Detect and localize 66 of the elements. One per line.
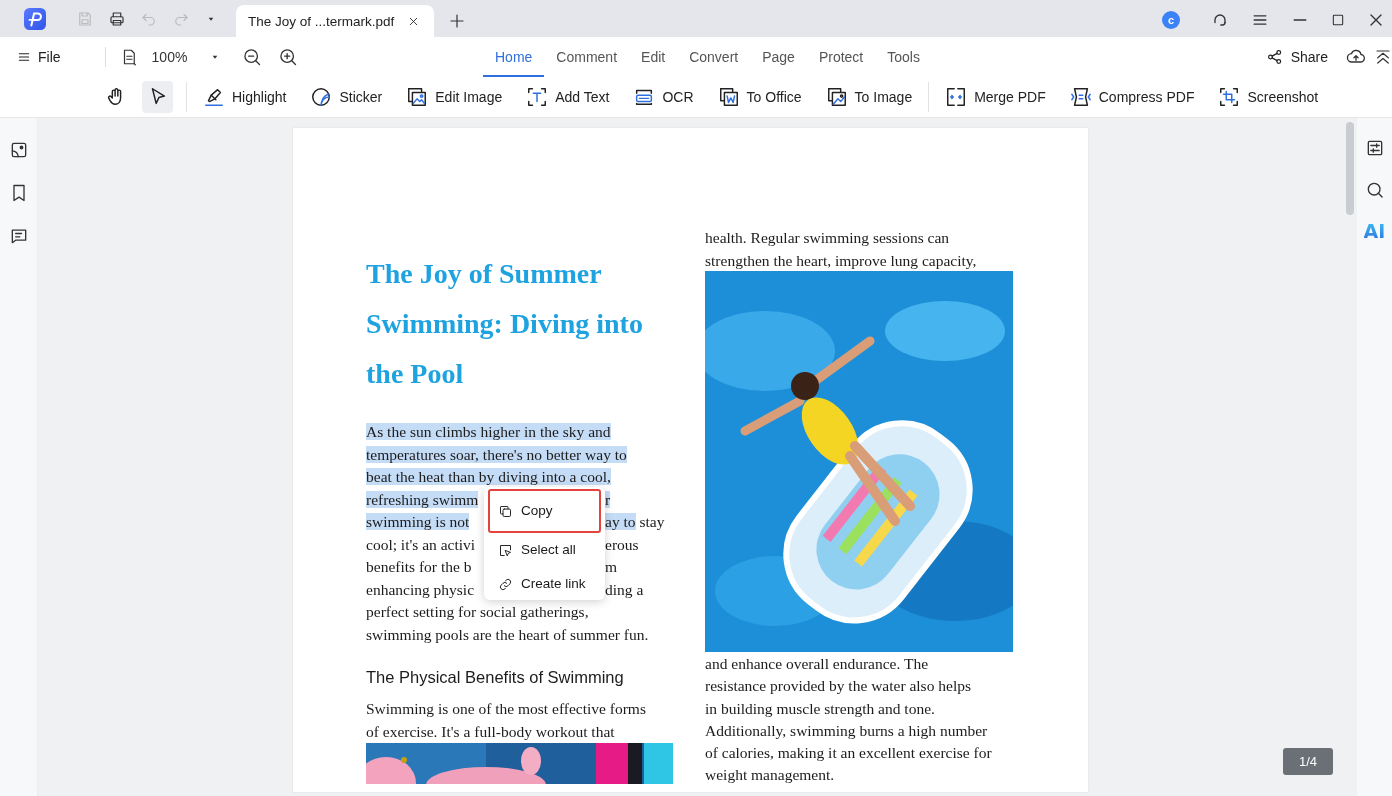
paragraph-text: m [605, 557, 618, 577]
paragraph-text: perfect setting for social gatherings, [366, 602, 589, 622]
menu-tab[interactable]: Convert [677, 37, 751, 77]
paragraph-text: ay to stay [605, 512, 665, 532]
paragraph-text: refreshing swimm [366, 489, 479, 510]
section-heading: The Physical Benefits of Swimming [366, 667, 625, 688]
share-button[interactable]: Share [1265, 48, 1328, 66]
text-box-icon[interactable] [526, 86, 549, 108]
document-title: The Joy of Summer Swimming: Diving into the Pool [366, 257, 644, 391]
file-menu-button[interactable]: File [16, 49, 61, 65]
zoom-out-icon[interactable] [241, 47, 262, 67]
paragraph-text: health. Regular swimming sessions can strengthen the heart, improve lung capacity, [705, 228, 978, 271]
copy-icon[interactable] [498, 503, 513, 519]
avatar[interactable]: c [1162, 11, 1180, 29]
tool-button[interactable]: Edit Image [406, 86, 503, 108]
tool-button[interactable]: Screenshot [1218, 86, 1319, 108]
paragraph-text: enhancing physic [366, 579, 475, 600]
compress-icon[interactable] [1069, 86, 1092, 108]
image-edit-icon[interactable] [406, 86, 429, 108]
menu-tab[interactable]: Page [750, 37, 807, 77]
paragraph-text: temperatures soar, there's no better way to [366, 444, 627, 465]
paragraph-text: erous [605, 534, 639, 555]
paragraph-text: swimming pools are the heart of summer fun. [366, 624, 649, 645]
zoom-level[interactable]: 100% [151, 49, 208, 65]
paragraph-text: cool; it's an activi [366, 534, 476, 555]
context-menu-item[interactable]: Create link [488, 567, 601, 601]
link-icon[interactable] [498, 576, 513, 592]
document-icon[interactable] [717, 86, 740, 108]
image-icon[interactable] [825, 86, 848, 108]
menu-tab[interactable]: Protect [806, 37, 876, 77]
tool-button[interactable]: Merge PDF [945, 86, 1046, 108]
collapse-icon[interactable] [1374, 48, 1392, 66]
context-menu-item[interactable]: Select all [488, 533, 601, 567]
paragraph-text: benefits for the b [366, 557, 472, 577]
share-icon[interactable] [1265, 48, 1284, 66]
tool-button[interactable]: Compress PDF [1069, 86, 1195, 108]
highlighter-icon[interactable] [203, 86, 225, 108]
select-all-icon[interactable] [498, 542, 513, 558]
paragraph-text: As the sun climbs higher in the sky and [366, 422, 611, 442]
tool-button[interactable]: To Image [825, 86, 913, 108]
context-menu-item[interactable]: Copy [488, 489, 601, 533]
sticker-icon[interactable] [310, 86, 333, 108]
paragraph-text: and enhance overall endurance. The resistance provided by the water also helps in building muscle strength and tone. Additionally, swimming burns a high number of calories, making it an excellent exercise for weight management. [705, 654, 993, 786]
page-indicator: 1/4 [1283, 748, 1333, 775]
merge-icon[interactable] [945, 86, 968, 108]
tool-button[interactable]: Add Text [526, 86, 610, 108]
paragraph-text: ding a [605, 579, 644, 600]
zoom-in-icon[interactable] [277, 47, 298, 67]
tool-button[interactable]: OCR [633, 86, 694, 108]
maximize-icon[interactable] [1330, 12, 1346, 28]
paragraph-text: swimming is not [366, 512, 470, 532]
tool-button[interactable]: Sticker [310, 86, 383, 108]
menu-tab[interactable]: Comment [544, 37, 630, 77]
menu-tab[interactable]: Edit [629, 37, 678, 77]
paragraph-text: r [605, 489, 611, 510]
app-logo-icon [24, 8, 46, 30]
screenshot-icon[interactable] [1218, 86, 1241, 108]
print-icon[interactable] [108, 10, 126, 28]
scrollbar[interactable] [1346, 122, 1354, 215]
new-tab-icon[interactable] [448, 12, 466, 30]
menu-tab[interactable]: Tools [875, 37, 932, 77]
document-tab[interactable]: The Joy of ...termark.pdf [236, 5, 434, 37]
tool-button[interactable]: Highlight [203, 86, 287, 108]
paragraph-text: beat the heat than by diving into a cool, [366, 467, 611, 487]
tool-button[interactable]: To Office [717, 86, 802, 108]
paragraph-text: Swimming is one of the most effective forms of exercise. It's a full-body workout that [366, 699, 647, 742]
